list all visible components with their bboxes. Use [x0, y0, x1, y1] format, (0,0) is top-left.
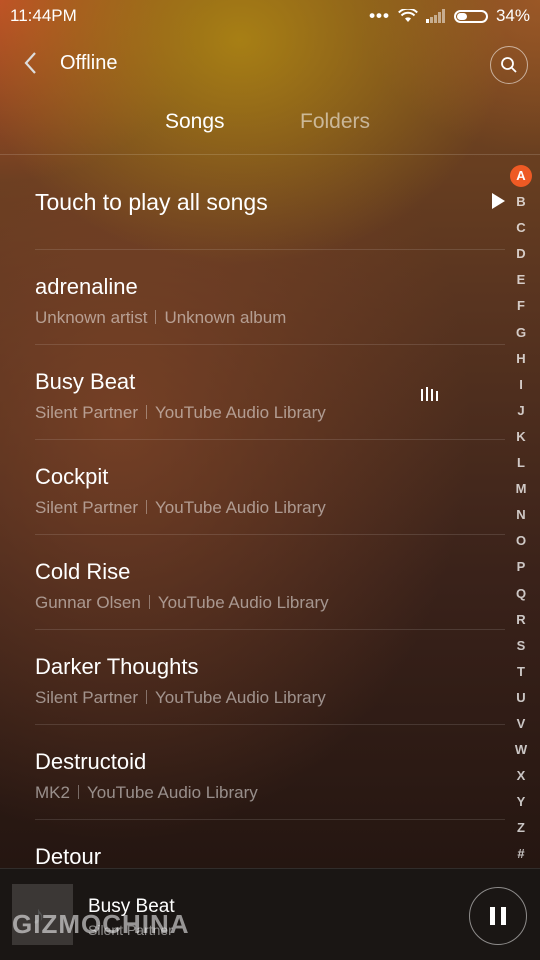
now-playing-equalizer-icon	[421, 387, 438, 401]
alpha-index-letter[interactable]: #	[508, 841, 534, 867]
song-title: adrenaline	[35, 274, 138, 299]
alpha-index-letter[interactable]: Z	[508, 815, 534, 841]
song-title: Busy Beat	[35, 369, 136, 394]
song-row-darker-thoughts[interactable]: Darker Thoughts Silent Partner YouTube Au…	[35, 630, 505, 725]
song-artist: Silent Partner	[35, 403, 138, 422]
song-title: Darker Thoughts	[35, 654, 199, 679]
pause-icon	[490, 907, 506, 925]
song-meta: Silent Partner YouTube Audio Library	[35, 403, 326, 423]
signal-icon	[425, 9, 445, 23]
more-dots-icon: •••	[369, 6, 390, 25]
song-row-destructoid[interactable]: Destructoid MK2 YouTube Audio Library	[35, 725, 505, 820]
song-album: YouTube Audio Library	[157, 593, 329, 612]
alpha-index-letter[interactable]: N	[508, 502, 534, 528]
alpha-index-letter[interactable]: D	[508, 241, 534, 267]
play-all-row[interactable]: Touch to play all songs	[35, 155, 505, 250]
back-button[interactable]	[22, 50, 38, 81]
song-album: Unknown album	[164, 308, 287, 327]
alpha-index-letter[interactable]: Y	[508, 789, 534, 815]
alpha-index-letter[interactable]: V	[508, 711, 534, 737]
song-row-adrenaline[interactable]: adrenaline Unknown artist Unknown album	[35, 250, 505, 345]
song-artist: Gunnar Olsen	[35, 593, 141, 612]
song-meta: Unknown artist Unknown album	[35, 308, 286, 328]
watermark: GIZMOCHINA	[12, 909, 190, 939]
alpha-index-letter[interactable]: J	[508, 398, 534, 424]
battery-icon	[453, 9, 488, 23]
alpha-index-letter[interactable]: O	[508, 528, 534, 554]
song-artist: Silent Partner	[35, 688, 138, 707]
status-bar: 11:44PM ••• 34%	[0, 0, 540, 32]
song-artist: Unknown artist	[35, 308, 148, 327]
song-artist: Silent Partner	[35, 498, 138, 517]
song-meta: Silent Partner YouTube Audio Library	[35, 498, 326, 518]
song-meta: Silent Partner YouTube Audio Library	[35, 688, 326, 708]
song-row-cold-rise[interactable]: Cold Rise Gunnar Olsen YouTube Audio Libr…	[35, 535, 505, 630]
alpha-index-letter[interactable]: P	[508, 554, 534, 580]
song-album: YouTube Audio Library	[155, 688, 326, 707]
alpha-index-letter[interactable]: F	[508, 293, 534, 319]
app-header: Offline	[0, 44, 540, 84]
alphabet-index[interactable]: A B C D E F G H I J K L M N O P Q R S T …	[508, 163, 534, 868]
tab-songs[interactable]: Songs	[165, 110, 225, 134]
alpha-index-letter[interactable]: C	[508, 215, 534, 241]
chevron-left-icon	[24, 52, 36, 74]
alpha-index-letter[interactable]: G	[508, 320, 534, 346]
alpha-index-letter[interactable]: L	[508, 450, 534, 476]
song-row-busy-beat[interactable]: Busy Beat Silent Partner YouTube Audio Li…	[35, 345, 505, 440]
search-button[interactable]	[490, 46, 528, 84]
tab-bar: Songs Folders	[0, 110, 540, 140]
song-title: Cockpit	[35, 464, 109, 489]
alpha-index-letter[interactable]: T	[508, 659, 534, 685]
play-all-label: Touch to play all songs	[35, 189, 268, 215]
battery-percent: 34%	[495, 6, 530, 25]
pause-button[interactable]	[469, 887, 527, 945]
alpha-index-letter[interactable]: U	[508, 685, 534, 711]
alpha-index-letter[interactable]: E	[508, 267, 534, 293]
alpha-index-letter[interactable]: S	[508, 633, 534, 659]
song-artist: MK2	[35, 783, 70, 802]
alpha-index-letter[interactable]: M	[508, 476, 534, 502]
song-album: YouTube Audio Library	[86, 783, 258, 802]
wifi-icon	[398, 9, 418, 22]
tab-folders[interactable]: Folders	[300, 110, 370, 134]
song-meta: Gunnar Olsen YouTube Audio Library	[35, 593, 329, 613]
now-playing-bar[interactable]: ♪ Busy Beat Silent Partner GIZMOCHINA	[0, 868, 540, 960]
status-time: 11:44PM	[10, 6, 77, 25]
alpha-index-letter[interactable]: W	[508, 737, 534, 763]
page-title: Offline	[60, 52, 118, 74]
alpha-index-letter[interactable]: Q	[508, 581, 534, 607]
song-album: YouTube Audio Library	[155, 498, 326, 517]
song-title: Destructoid	[35, 749, 147, 774]
song-title: Detour	[35, 844, 102, 869]
song-album: YouTube Audio Library	[155, 403, 326, 422]
play-icon	[492, 193, 505, 209]
alpha-index-letter[interactable]: X	[508, 763, 534, 789]
song-row-cockpit[interactable]: Cockpit Silent Partner YouTube Audio Libr…	[35, 440, 505, 535]
alpha-index-letter[interactable]: H	[508, 346, 534, 372]
alpha-index-letter[interactable]: I	[508, 372, 534, 398]
song-title: Cold Rise	[35, 559, 131, 584]
alpha-index-letter[interactable]: A	[508, 163, 534, 189]
search-icon	[501, 57, 517, 73]
alpha-index-letter[interactable]: R	[508, 607, 534, 633]
alpha-index-letter[interactable]: K	[508, 424, 534, 450]
song-meta: MK2 YouTube Audio Library	[35, 783, 258, 803]
alpha-index-letter[interactable]: B	[508, 189, 534, 215]
song-list: Touch to play all songs adrenaline Unkno…	[0, 155, 505, 914]
